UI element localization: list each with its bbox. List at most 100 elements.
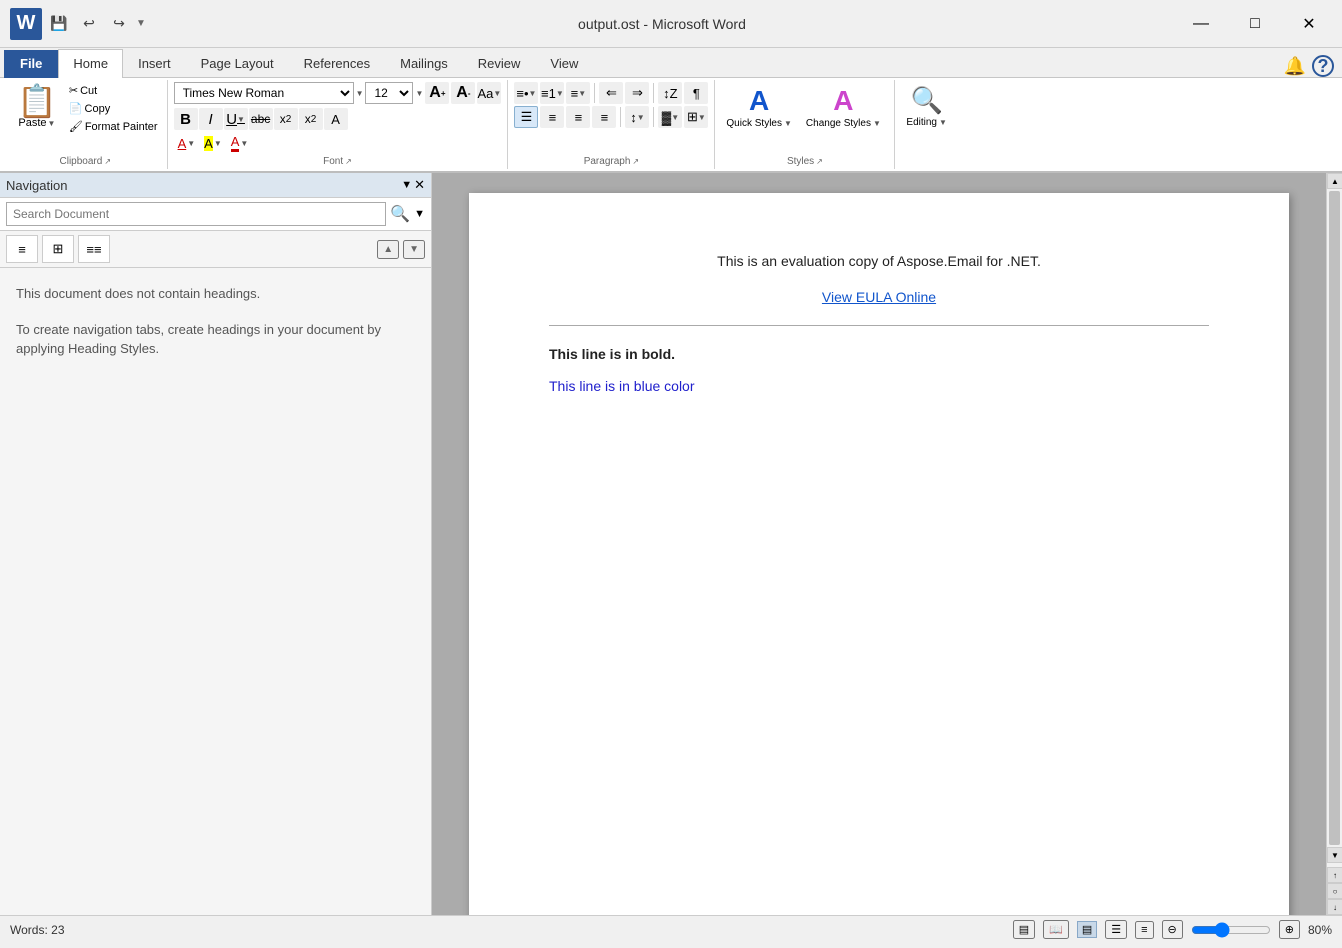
tab-file[interactable]: File: [4, 50, 58, 78]
show-para-button[interactable]: ¶: [684, 82, 708, 104]
cloud-icon[interactable]: 🔔: [1284, 56, 1306, 77]
tab-page-layout[interactable]: Page Layout: [186, 49, 289, 78]
nav-dropdown-button[interactable]: ▼: [401, 177, 412, 193]
cut-button[interactable]: ✂ Cut: [66, 82, 161, 99]
tab-home[interactable]: Home: [58, 49, 123, 78]
font-color-button[interactable]: A ▼: [227, 132, 253, 154]
web-layout-button[interactable]: ▤: [1077, 921, 1097, 938]
outline-button[interactable]: ☰: [1105, 920, 1127, 939]
nav-tabs: ≡ ⊞ ≡≡ ▲ ▼: [0, 231, 431, 268]
bold-button[interactable]: B: [174, 108, 198, 130]
maximize-button[interactable]: □: [1232, 9, 1278, 39]
nav-tab-pages[interactable]: ⊞: [42, 235, 74, 263]
print-layout-button[interactable]: ▤: [1013, 920, 1035, 939]
format-painter-label: Format Painter: [85, 121, 158, 133]
nav-tab-headings[interactable]: ≡: [6, 235, 38, 263]
font-name-dropdown-icon[interactable]: ▼: [356, 89, 364, 98]
tab-insert[interactable]: Insert: [123, 49, 186, 78]
zoom-level: 80%: [1308, 923, 1332, 937]
editing-dropdown[interactable]: ▼: [939, 118, 947, 127]
sort-button[interactable]: ↕Z: [658, 82, 682, 104]
tab-review[interactable]: Review: [463, 49, 536, 78]
styles-content: A Quick Styles ▼ A Change Styles ▼: [721, 82, 888, 154]
minimize-button[interactable]: —: [1178, 9, 1224, 39]
styles-expand-icon[interactable]: ↗: [816, 157, 823, 166]
shrink-font-button[interactable]: A-: [451, 82, 475, 104]
ribbon-tabs: File Home Insert Page Layout References …: [0, 48, 1342, 78]
indent-decrease-button[interactable]: ⇐: [599, 82, 623, 104]
zoom-slider[interactable]: [1191, 922, 1271, 938]
redo-button[interactable]: ↪: [106, 11, 132, 37]
format-painter-button[interactable]: 🖌 Format Painter: [66, 118, 161, 135]
title-bar: W 💾 ↩ ↪ ▼ output.ost - Microsoft Word — …: [0, 0, 1342, 48]
subscript-button[interactable]: x2: [274, 108, 298, 130]
justify-button[interactable]: ≡: [592, 106, 616, 128]
change-styles-button[interactable]: A Change Styles ▼: [801, 82, 886, 132]
font-name-select[interactable]: Times New Roman: [174, 82, 354, 104]
nav-close-button[interactable]: ✕: [414, 177, 425, 193]
nav-tab-results[interactable]: ≡≡: [78, 235, 110, 263]
draft-button[interactable]: ≡: [1135, 921, 1153, 939]
underline-button[interactable]: U▼: [224, 108, 248, 130]
clear-format-button[interactable]: A: [324, 108, 348, 130]
quick-styles-dropdown[interactable]: ▼: [784, 119, 792, 128]
text-color-button[interactable]: A ▼: [174, 134, 200, 153]
scroll-middle-button[interactable]: ○: [1327, 883, 1342, 899]
shading-button[interactable]: ▓▼: [658, 106, 682, 128]
full-reading-button[interactable]: 📖: [1043, 920, 1069, 939]
strikethrough-button[interactable]: abc: [249, 108, 273, 130]
nav-search-button[interactable]: 🔍: [390, 204, 410, 224]
scroll-up-button[interactable]: ▲: [1327, 173, 1342, 189]
nav-search-input[interactable]: [6, 202, 386, 226]
change-styles-dropdown[interactable]: ▼: [873, 119, 881, 128]
undo-button[interactable]: ↩: [76, 11, 102, 37]
change-case-button[interactable]: Aa▼: [477, 82, 501, 104]
font-size-dropdown-icon[interactable]: ▼: [415, 89, 423, 98]
multilevel-button[interactable]: ≡▼: [566, 82, 590, 104]
paste-dropdown-icon[interactable]: ▼: [48, 119, 56, 128]
align-center-button[interactable]: ≡: [540, 106, 564, 128]
indent-increase-button[interactable]: ⇒: [625, 82, 649, 104]
superscript-button[interactable]: x2: [299, 108, 323, 130]
copy-button[interactable]: 📄 Copy: [66, 100, 161, 117]
paragraph-label: Paragraph ↗: [514, 154, 708, 167]
nav-no-headings-text: This document does not contain headings.: [16, 284, 415, 304]
save-button[interactable]: 💾: [46, 11, 72, 37]
editing-button[interactable]: 🔍 Editing ▼: [901, 82, 952, 131]
scroll-bottom-button[interactable]: ↓: [1327, 899, 1342, 915]
help-icon[interactable]: ?: [1312, 55, 1334, 77]
scroll-top-button[interactable]: ↑: [1327, 867, 1342, 883]
eula-link[interactable]: View EULA Online: [822, 289, 936, 305]
align-left-button[interactable]: ☰: [514, 106, 538, 128]
nav-prev-button[interactable]: ▲: [377, 240, 399, 259]
tab-view[interactable]: View: [535, 49, 593, 78]
zoom-out-button[interactable]: ⊖: [1162, 920, 1183, 939]
paragraph-expand-icon[interactable]: ↗: [632, 157, 639, 166]
font-size-select[interactable]: 12: [365, 82, 413, 104]
scroll-down-button[interactable]: ▼: [1327, 847, 1342, 863]
tab-mailings[interactable]: Mailings: [385, 49, 463, 78]
font-expand-icon[interactable]: ↗: [345, 157, 352, 166]
grow-font-button[interactable]: A+: [425, 82, 449, 104]
editing-label: Editing: [906, 117, 937, 128]
nav-search-dropdown[interactable]: ▼: [414, 208, 425, 220]
highlight-color-button[interactable]: A ▼: [200, 134, 226, 153]
document-area[interactable]: This is an evaluation copy of Aspose.Ema…: [432, 173, 1326, 915]
italic-button[interactable]: I: [199, 108, 223, 130]
nav-search-bar: 🔍 ▼: [0, 198, 431, 231]
quick-styles-button[interactable]: A Quick Styles ▼: [721, 82, 797, 132]
nav-next-button[interactable]: ▼: [403, 240, 425, 259]
line-spacing-button[interactable]: ↕▼: [625, 106, 649, 128]
borders-button[interactable]: ⊞▼: [684, 106, 708, 128]
align-right-button[interactable]: ≡: [566, 106, 590, 128]
bullets-button[interactable]: ≡•▼: [514, 82, 538, 104]
quick-styles-icon: A: [749, 85, 769, 117]
status-bar: Words: 23 ▤ 📖 ▤ ☰ ≡ ⊖ ⊕ 80%: [0, 915, 1342, 943]
paste-button[interactable]: 📋 Paste ▼: [10, 82, 64, 132]
zoom-in-button[interactable]: ⊕: [1279, 920, 1300, 939]
close-button[interactable]: ✕: [1286, 9, 1332, 39]
tab-references[interactable]: References: [289, 49, 385, 78]
scroll-thumb[interactable]: [1329, 191, 1340, 845]
numbering-button[interactable]: ≡1▼: [540, 82, 564, 104]
clipboard-expand-icon[interactable]: ↗: [104, 157, 111, 166]
